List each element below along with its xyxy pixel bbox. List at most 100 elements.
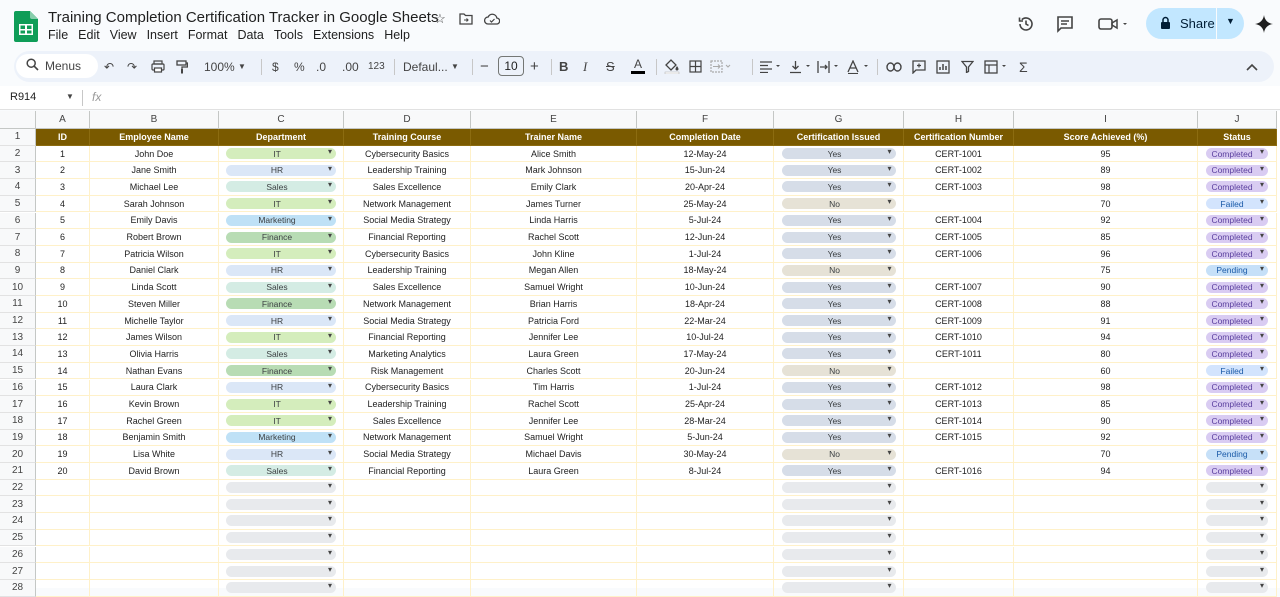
cell-b[interactable]: Michael Lee (90, 179, 219, 196)
row-header[interactable]: 16 (0, 379, 36, 397)
cell-j[interactable] (1198, 546, 1277, 564)
cell-h[interactable]: CERT-1002 (904, 162, 1014, 180)
cell-h[interactable] (904, 479, 1014, 497)
cell-i[interactable]: 88 (1014, 296, 1198, 313)
certification-dropdown-chip[interactable]: No (781, 264, 896, 276)
undo-icon[interactable]: ↶ (104, 51, 120, 82)
department-dropdown-chip[interactable]: IT (226, 147, 336, 160)
cell-g[interactable]: Yes (774, 145, 904, 163)
cell-f[interactable]: 10-Jun-24 (637, 279, 774, 296)
cell-h[interactable] (904, 546, 1014, 564)
cell-i[interactable]: 96 (1014, 245, 1198, 263)
cell-d[interactable]: Financial Reporting (344, 463, 471, 480)
cell-d[interactable]: Cybersecurity Basics (344, 379, 471, 397)
cell-g[interactable]: Yes (774, 463, 904, 480)
cell-c[interactable]: Finance (219, 229, 344, 246)
cell-j[interactable]: Completed (1198, 145, 1277, 163)
cell-h[interactable]: CERT-1010 (904, 329, 1014, 347)
cell-c[interactable]: HR (219, 162, 344, 180)
cell-c[interactable]: Sales (219, 179, 344, 196)
filter-views-icon[interactable] (984, 51, 1010, 82)
certification-dropdown-chip[interactable] (781, 531, 896, 544)
cell-a[interactable] (36, 579, 90, 597)
cell-c[interactable]: Marketing (219, 429, 344, 447)
header-cell[interactable]: Certification Issued (774, 129, 904, 146)
cell-i[interactable] (1014, 546, 1198, 564)
share-options-icon[interactable]: ▼ (1226, 16, 1235, 26)
certification-dropdown-chip[interactable]: No (781, 364, 896, 377)
decrease-decimal-button[interactable]: .0 (316, 51, 326, 82)
cell-e[interactable]: Brian Harris (471, 296, 637, 313)
more-formats-button[interactable]: 123 (368, 51, 385, 82)
cell-f[interactable] (637, 529, 774, 547)
cell-d[interactable]: Leadership Training (344, 262, 471, 280)
cell-i[interactable]: 60 (1014, 362, 1198, 380)
functions-icon[interactable]: Σ (1019, 51, 1028, 82)
cell-c[interactable] (219, 479, 344, 497)
status-dropdown-chip[interactable]: Completed (1206, 281, 1268, 293)
header-cell[interactable]: Status (1198, 129, 1277, 146)
header-cell[interactable]: Employee Name (90, 129, 219, 146)
department-dropdown-chip[interactable]: HR (226, 314, 336, 327)
menu-view[interactable]: View (110, 28, 143, 42)
cell-c[interactable]: HR (219, 312, 344, 330)
cell-a[interactable]: 1 (36, 145, 90, 163)
cell-f[interactable]: 5-Jun-24 (637, 429, 774, 447)
currency-format-button[interactable]: $ (272, 51, 279, 82)
cell-d[interactable] (344, 513, 471, 530)
cell-d[interactable]: Network Management (344, 195, 471, 213)
cell-g[interactable] (774, 579, 904, 597)
status-dropdown-chip[interactable]: Completed (1206, 381, 1268, 393)
row-header[interactable]: 23 (0, 496, 36, 514)
certification-dropdown-chip[interactable]: Yes (781, 214, 896, 226)
cell-a[interactable] (36, 479, 90, 497)
cell-g[interactable] (774, 546, 904, 564)
certification-dropdown-chip[interactable]: No (781, 197, 896, 210)
cell-b[interactable]: James Wilson (90, 329, 219, 347)
cell-h[interactable]: CERT-1001 (904, 145, 1014, 163)
header-cell[interactable]: Trainer Name (471, 129, 637, 146)
certification-dropdown-chip[interactable]: No (781, 448, 896, 460)
cell-b[interactable] (90, 496, 219, 514)
status-dropdown-chip[interactable]: Completed (1206, 398, 1268, 410)
row-header[interactable]: 7 (0, 229, 36, 246)
cell-f[interactable]: 1-Jul-24 (637, 379, 774, 397)
bold-icon[interactable]: B (559, 51, 568, 82)
cell-i[interactable]: 85 (1014, 229, 1198, 246)
cell-e[interactable]: Michael Davis (471, 446, 637, 463)
cell-f[interactable]: 25-May-24 (637, 195, 774, 213)
status-dropdown-chip[interactable]: Completed (1206, 431, 1268, 443)
formula-input[interactable] (110, 88, 1270, 108)
department-dropdown-chip[interactable] (226, 481, 336, 494)
department-dropdown-chip[interactable]: IT (226, 398, 336, 410)
cell-f[interactable] (637, 563, 774, 580)
cell-j[interactable]: Completed (1198, 212, 1277, 230)
collapse-toolbar-icon[interactable] (1246, 51, 1258, 82)
header-cell[interactable]: Department (219, 129, 344, 146)
certification-dropdown-chip[interactable]: Yes (781, 180, 896, 193)
cell-g[interactable] (774, 513, 904, 530)
star-icon[interactable]: ☆ (430, 10, 450, 28)
cell-a[interactable]: 12 (36, 329, 90, 347)
certification-dropdown-chip[interactable]: Yes (781, 314, 896, 327)
cell-b[interactable]: John Doe (90, 145, 219, 163)
cell-e[interactable]: Linda Harris (471, 212, 637, 230)
certification-dropdown-chip[interactable]: Yes (781, 281, 896, 293)
row-header[interactable]: 4 (0, 179, 36, 196)
status-dropdown-chip[interactable]: Completed (1206, 164, 1268, 176)
cell-c[interactable]: Finance (219, 296, 344, 313)
row-header[interactable]: 26 (0, 546, 36, 564)
cell-b[interactable]: Daniel Clark (90, 262, 219, 280)
header-cell[interactable]: Completion Date (637, 129, 774, 146)
cell-i[interactable]: 91 (1014, 312, 1198, 330)
cell-d[interactable]: Leadership Training (344, 162, 471, 180)
strikethrough-icon[interactable]: S (606, 51, 615, 82)
cell-g[interactable]: Yes (774, 429, 904, 447)
status-dropdown-chip[interactable]: Completed (1206, 247, 1268, 260)
header-cell[interactable]: Certification Number (904, 129, 1014, 146)
cell-g[interactable]: Yes (774, 379, 904, 397)
cell-b[interactable]: Olivia Harris (90, 346, 219, 363)
cell-h[interactable]: CERT-1015 (904, 429, 1014, 447)
cell-f[interactable]: 20-Apr-24 (637, 179, 774, 196)
certification-dropdown-chip[interactable]: Yes (781, 398, 896, 410)
